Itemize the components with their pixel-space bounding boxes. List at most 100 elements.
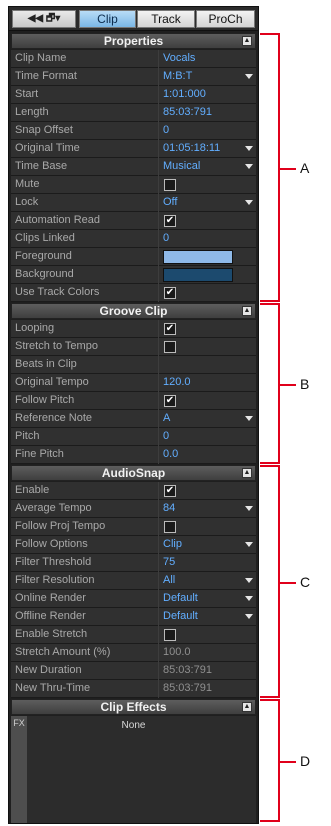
tab-track[interactable]: Track xyxy=(137,10,195,28)
column-divider xyxy=(158,536,159,554)
callout-bracket xyxy=(260,699,280,822)
property-row: Fine Pitch 0.0 xyxy=(11,446,256,464)
section-header-effects[interactable]: Clip Effects ▲ xyxy=(11,699,256,715)
property-value[interactable]: Off xyxy=(163,196,177,208)
property-checkbox[interactable]: ✔ xyxy=(164,485,176,497)
callout-label: B xyxy=(300,376,310,392)
property-checkbox[interactable] xyxy=(164,521,176,533)
column-divider xyxy=(158,50,159,68)
property-value[interactable]: 120.0 xyxy=(163,376,191,388)
color-swatch[interactable] xyxy=(163,268,233,282)
property-value[interactable]: Default xyxy=(163,592,198,604)
property-row: Follow Options Clip xyxy=(11,536,256,554)
property-row: Online Render Default xyxy=(11,590,256,608)
column-divider xyxy=(158,500,159,518)
property-value[interactable]: All xyxy=(163,574,175,586)
property-checkbox[interactable] xyxy=(164,341,176,353)
collapse-icon[interactable]: ▲ xyxy=(242,468,252,478)
effects-none-label: None xyxy=(121,720,146,731)
section-header-groove[interactable]: Groove Clip ▲ xyxy=(11,303,256,319)
property-value[interactable]: 85:03:791 xyxy=(163,106,212,118)
property-row: Filter Resolution All xyxy=(11,572,256,590)
chevron-down-icon[interactable] xyxy=(245,146,253,151)
property-row: Looping ✔ xyxy=(11,320,256,338)
property-label: New Duration xyxy=(15,664,82,676)
property-value[interactable]: M:B:T xyxy=(163,70,192,82)
section-header-audiosnap[interactable]: AudioSnap ▲ xyxy=(11,465,256,481)
property-label: Filter Resolution xyxy=(15,574,95,586)
property-value[interactable]: 0 xyxy=(163,430,169,442)
column-divider xyxy=(158,680,159,698)
callout-tick xyxy=(280,761,296,763)
chevron-down-icon[interactable] xyxy=(245,578,253,583)
property-label: Pitch xyxy=(15,430,40,442)
property-value[interactable]: Default xyxy=(163,610,198,622)
property-row: Foreground xyxy=(11,248,256,266)
column-divider xyxy=(158,644,159,662)
property-checkbox[interactable] xyxy=(164,629,176,641)
property-label: Stretch to Tempo xyxy=(15,340,98,352)
tab-proch[interactable]: ProCh xyxy=(196,10,255,28)
property-value[interactable]: 1:01:000 xyxy=(163,88,206,100)
property-row: Length 85:03:791 xyxy=(11,104,256,122)
column-divider xyxy=(158,266,159,284)
chevron-down-icon[interactable] xyxy=(245,200,253,205)
property-label: Use Track Colors xyxy=(15,286,100,298)
property-row: Stretch Amount (%) 100.0 xyxy=(11,644,256,662)
chevron-down-icon[interactable] xyxy=(245,614,253,619)
property-value[interactable]: 0 xyxy=(163,232,169,244)
property-label: Automation Read xyxy=(15,214,100,226)
color-swatch[interactable] xyxy=(163,250,233,264)
property-checkbox[interactable]: ✔ xyxy=(164,395,176,407)
chevron-down-icon[interactable] xyxy=(245,506,253,511)
chevron-down-icon[interactable] xyxy=(245,164,253,169)
property-row: Clips Linked 0 xyxy=(11,230,256,248)
property-value[interactable]: 0.0 xyxy=(163,448,178,460)
section-title: AudioSnap xyxy=(101,466,166,480)
property-value[interactable]: Clip xyxy=(163,538,182,550)
section-title: Groove Clip xyxy=(99,304,168,318)
property-value: 85:03:791 xyxy=(163,664,212,676)
column-divider xyxy=(158,518,159,536)
property-label: Reference Note xyxy=(15,412,93,424)
chevron-down-icon[interactable] xyxy=(245,416,253,421)
chevron-down-icon[interactable] xyxy=(245,542,253,547)
property-value[interactable]: A xyxy=(163,412,170,424)
property-value[interactable]: Vocals xyxy=(163,52,195,64)
property-value[interactable]: 84 xyxy=(163,502,175,514)
property-value: 85:03:791 xyxy=(163,682,212,694)
property-checkbox[interactable] xyxy=(164,179,176,191)
property-row: Follow Proj Tempo xyxy=(11,518,256,536)
chevron-down-icon[interactable] xyxy=(245,74,253,79)
property-label: New Thru-Time xyxy=(15,682,91,694)
property-row: Snap Offset 0 xyxy=(11,122,256,140)
column-divider xyxy=(158,626,159,644)
property-label: Filter Threshold xyxy=(15,556,92,568)
property-checkbox[interactable]: ✔ xyxy=(164,323,176,335)
property-row: Average Tempo 84 xyxy=(11,500,256,518)
property-checkbox[interactable]: ✔ xyxy=(164,287,176,299)
property-label: Fine Pitch xyxy=(15,448,64,460)
callout-bracket xyxy=(260,303,280,464)
collapse-icon[interactable]: ▲ xyxy=(242,36,252,46)
tab-clip[interactable]: Clip xyxy=(79,10,136,28)
section-title: Clip Effects xyxy=(100,700,167,714)
property-row: Original Time 01:05:18:11 xyxy=(11,140,256,158)
collapse-icon[interactable]: ▲ xyxy=(242,702,252,712)
property-row: Clip Name Vocals xyxy=(11,50,256,68)
property-label: Mute xyxy=(15,178,40,190)
property-value[interactable]: Musical xyxy=(163,160,200,172)
property-label: Lock xyxy=(15,196,39,208)
property-checkbox[interactable]: ✔ xyxy=(164,215,176,227)
property-value[interactable]: 01:05:18:11 xyxy=(163,142,220,154)
property-value[interactable]: 0 xyxy=(163,124,169,136)
collapse-layout-icons[interactable]: ◀◀ 🗗▾ xyxy=(12,10,76,28)
column-divider xyxy=(158,320,159,338)
clip-effects-area: FX None xyxy=(11,716,256,823)
fx-strip[interactable]: FX xyxy=(11,716,27,823)
column-divider xyxy=(158,446,159,464)
collapse-icon[interactable]: ▲ xyxy=(242,306,252,316)
chevron-down-icon[interactable] xyxy=(245,596,253,601)
section-header-properties[interactable]: Properties ▲ xyxy=(11,33,256,49)
property-value[interactable]: 75 xyxy=(163,556,175,568)
